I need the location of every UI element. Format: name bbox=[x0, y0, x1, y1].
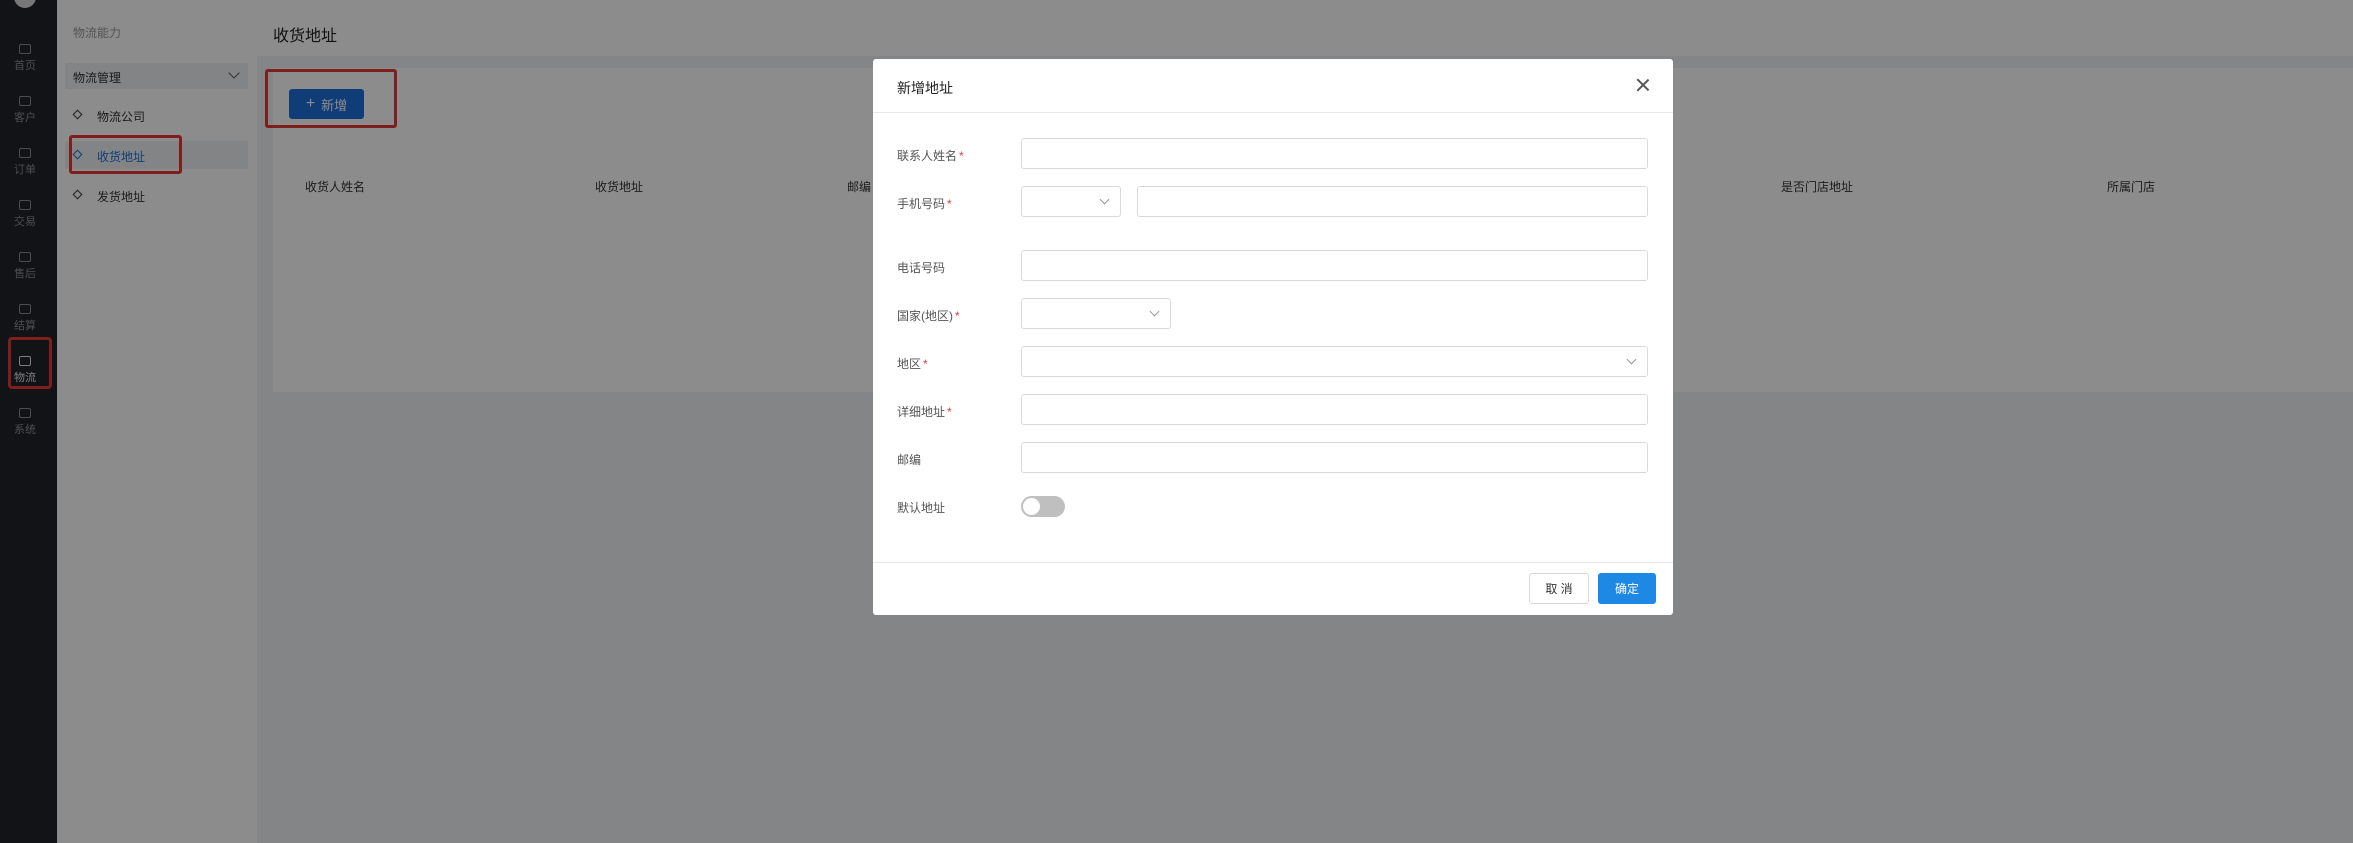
toggle-knob bbox=[1023, 498, 1040, 515]
contact-name-input[interactable] bbox=[1021, 138, 1648, 169]
modal-title: 新增地址 bbox=[897, 80, 953, 96]
country-label: 国家(地区) * bbox=[897, 309, 960, 323]
phone-input[interactable] bbox=[1021, 250, 1648, 281]
mobile-input[interactable] bbox=[1137, 186, 1648, 217]
footer-divider bbox=[873, 562, 1673, 563]
header-divider bbox=[873, 112, 1673, 113]
confirm-button[interactable]: 确定 bbox=[1598, 573, 1656, 604]
detail-address-input[interactable] bbox=[1021, 394, 1648, 425]
default-address-label: 默认地址 bbox=[897, 501, 946, 515]
region-select[interactable] bbox=[1021, 346, 1648, 377]
add-address-modal: 新增地址 联系人姓名 * 手机号码 * 电话号码 国家(地区) * 地区 * 详细地址 *… bbox=[873, 59, 1673, 615]
chevron-down-icon bbox=[1099, 194, 1110, 205]
close-icon[interactable] bbox=[1635, 77, 1651, 93]
phone-label: 电话号码 bbox=[897, 261, 946, 275]
detail-address-label: 详细地址 * bbox=[897, 405, 952, 419]
zip-label: 邮编 bbox=[897, 453, 922, 467]
country-select[interactable] bbox=[1021, 298, 1171, 329]
cancel-button[interactable]: 取 消 bbox=[1529, 573, 1589, 604]
chevron-down-icon bbox=[1149, 306, 1160, 317]
chevron-down-icon bbox=[1626, 354, 1637, 365]
mobile-label: 手机号码 * bbox=[897, 197, 952, 211]
region-label: 地区 * bbox=[897, 357, 928, 371]
default-address-toggle[interactable] bbox=[1021, 496, 1065, 517]
zip-input[interactable] bbox=[1021, 442, 1648, 473]
mobile-area-code-select[interactable] bbox=[1021, 186, 1121, 217]
contact-name-label: 联系人姓名 * bbox=[897, 149, 964, 163]
